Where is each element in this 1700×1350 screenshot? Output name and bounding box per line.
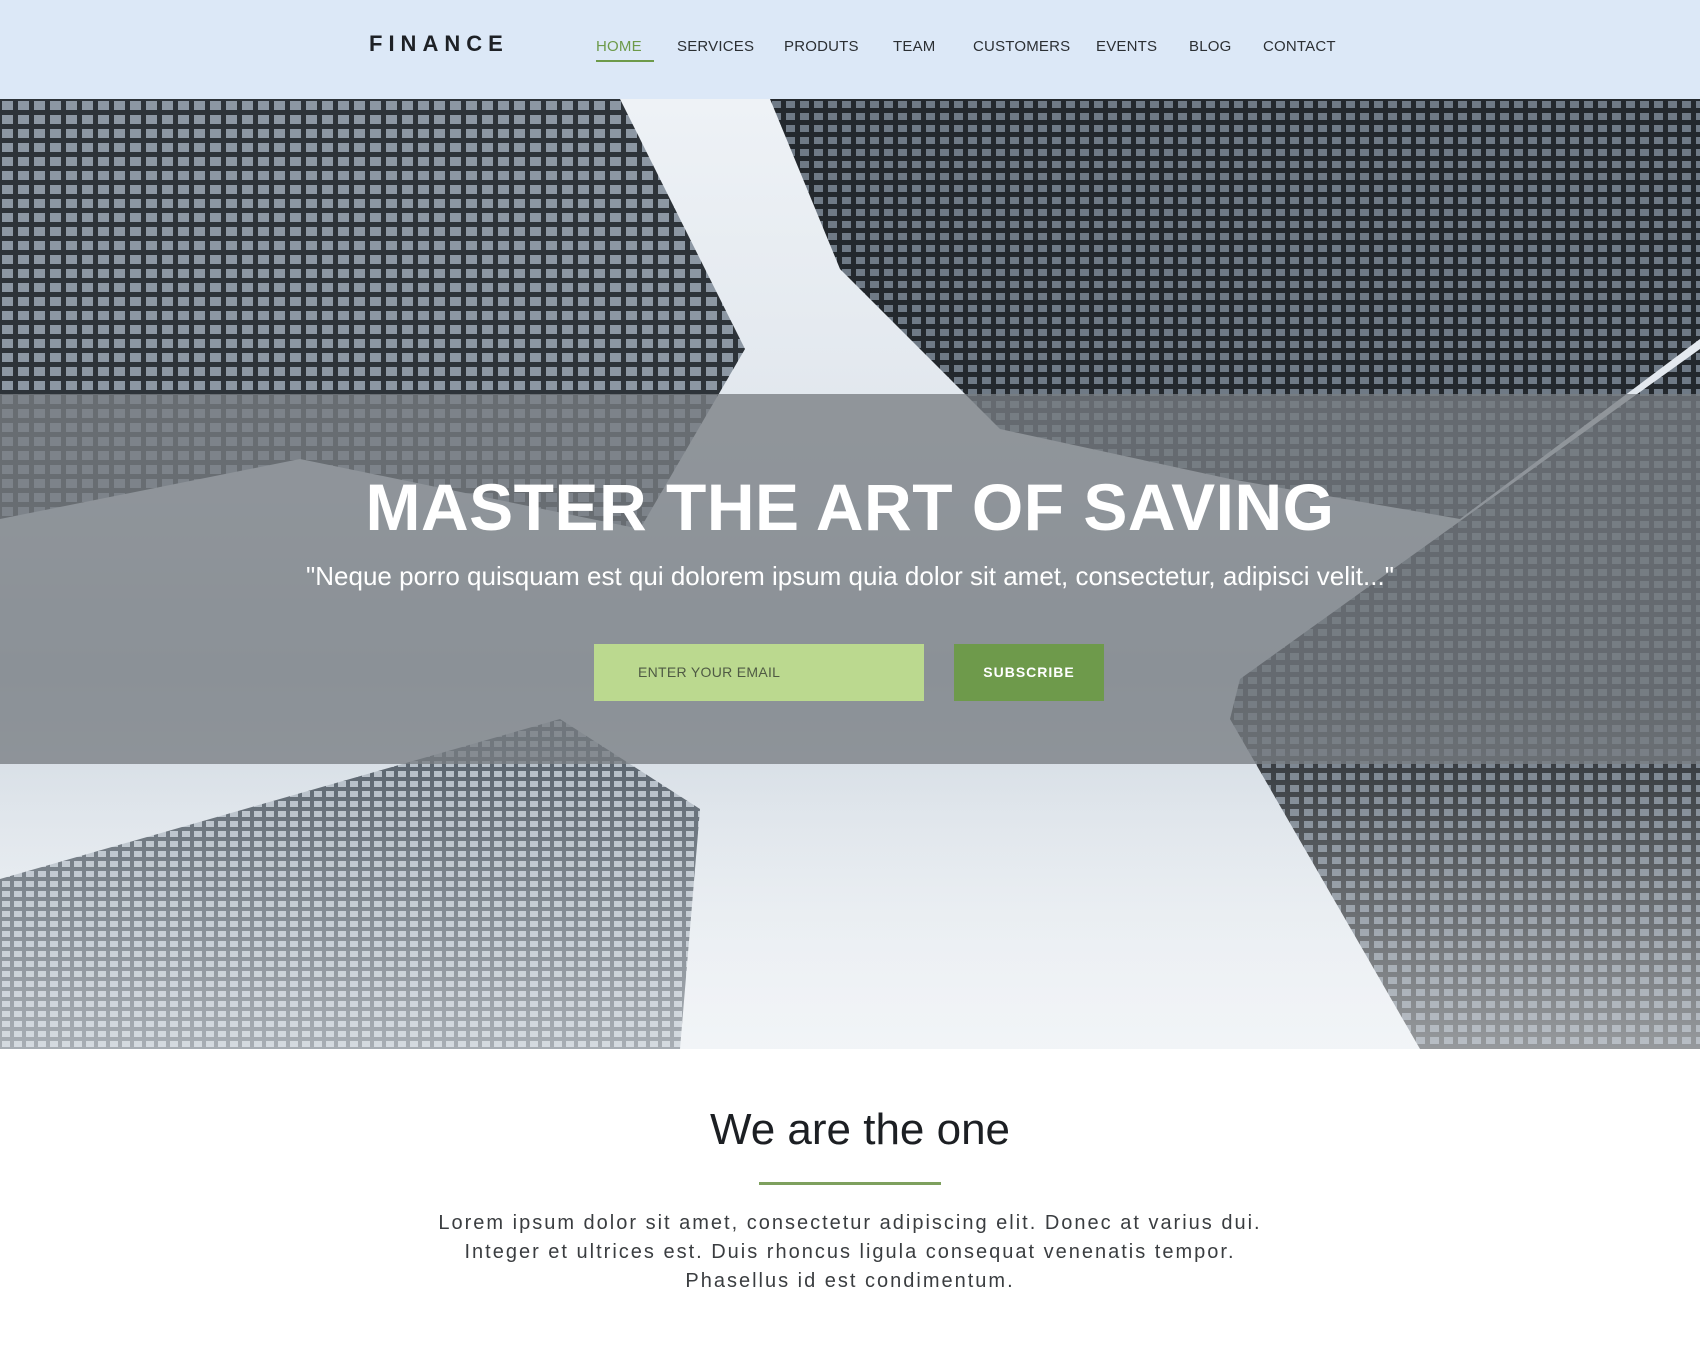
nav-customers[interactable]: CUSTOMERS bbox=[973, 38, 1070, 55]
active-nav-indicator bbox=[596, 60, 654, 62]
site-header: FINANCE HOME SERVICES PRODUTS TEAM CUSTO… bbox=[0, 0, 1700, 99]
nav-events[interactable]: EVENTS bbox=[1096, 38, 1157, 55]
hero-title: MASTER THE ART OF SAVING bbox=[365, 470, 1335, 544]
about-line: Integer et ultrices est. Duis rhoncus li… bbox=[464, 1241, 1236, 1263]
about-line: Lorem ipsum dolor sit amet, consectetur … bbox=[438, 1212, 1262, 1234]
nav-team[interactable]: TEAM bbox=[893, 38, 935, 55]
email-placeholder: ENTER YOUR EMAIL bbox=[638, 664, 781, 680]
site-logo[interactable]: FINANCE bbox=[369, 31, 509, 57]
title-divider bbox=[759, 1182, 941, 1185]
nav-services[interactable]: SERVICES bbox=[677, 38, 754, 55]
about-text: Lorem ipsum dolor sit amet, consectetur … bbox=[0, 1209, 1700, 1296]
nav-produts[interactable]: PRODUTS bbox=[784, 38, 859, 55]
about-title: We are the one bbox=[709, 1105, 1011, 1154]
nav-home[interactable]: HOME bbox=[596, 38, 642, 55]
nav-blog[interactable]: BLOG bbox=[1189, 38, 1231, 55]
hero-section: MASTER THE ART OF SAVING "Neque porro qu… bbox=[0, 99, 1700, 1049]
about-line: Phasellus id est condimentum. bbox=[685, 1270, 1015, 1292]
email-input[interactable]: ENTER YOUR EMAIL bbox=[594, 644, 924, 701]
hero-subtitle: "Neque porro quisquam est qui dolorem ip… bbox=[306, 561, 1394, 591]
subscribe-button[interactable]: SUBSCRIBE bbox=[954, 644, 1104, 701]
nav-contact[interactable]: CONTACT bbox=[1263, 38, 1336, 55]
